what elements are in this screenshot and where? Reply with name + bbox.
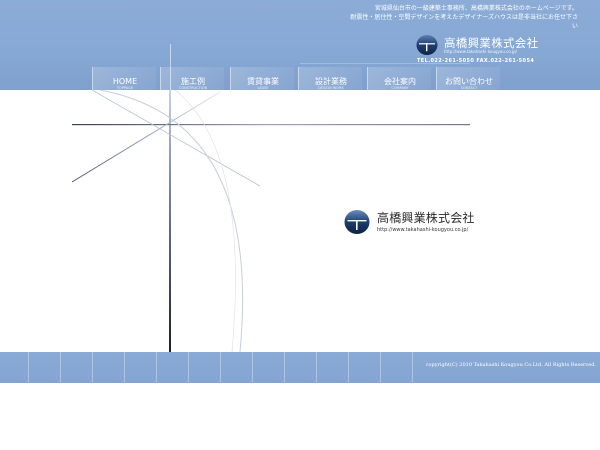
header-logo[interactable]: 高橋興業株式会社 http://www.takahashi-kougyou.co… [416, 34, 586, 58]
footer-deco-line [252, 352, 253, 383]
footer-deco-line [284, 352, 285, 383]
main-logo: 高橋興業株式会社 http://www.takahashi-kougyou.co… [344, 207, 544, 237]
nav-company[interactable]: 会社案内 COMPANY [367, 67, 431, 90]
header-tagline: 耐震性・居住性・空間デザインを考えたデザイナーズハウスは是非当社にお任せ下さ [350, 14, 578, 21]
company-url: http://www.takahashi-kougyou.co.jp/ [377, 227, 469, 233]
company-logo-icon [344, 210, 370, 234]
company-url: http://www.takahashi-kougyou.co.jp/ [444, 49, 518, 54]
footer-deco-line [316, 352, 317, 383]
footer-deco-line [412, 352, 413, 383]
company-logo-icon [416, 35, 438, 55]
site-header: 宮城県仙台市の一級建築士事務所、高橋興業株式会社のホームページです。 耐震性・居… [0, 0, 600, 90]
footer-deco-line [156, 352, 157, 383]
nav-label: 賃貸事業 [247, 77, 279, 86]
nav-label: 設計業務 [315, 77, 347, 86]
footer-deco-line [348, 352, 349, 383]
nav-label: お問い合わせ [445, 77, 493, 86]
nav-design-work[interactable]: 設計業務 DESIGN WORK [298, 67, 362, 90]
company-name: 高橋興業株式会社 [377, 211, 475, 225]
footer-deco-line [220, 352, 221, 383]
contact-info: TEL.022-261-5050 FAX.022-261-5054 [417, 58, 535, 64]
nav-label: HOME [112, 77, 138, 86]
footer-deco-line [92, 352, 93, 383]
site-footer: copyright(C) 2010 Takahashi Kougyou Co.L… [0, 352, 600, 383]
footer-deco-line [60, 352, 61, 383]
footer-deco-line [124, 352, 125, 383]
nav-construction[interactable]: 施工例 CONSTRUCTION [160, 67, 224, 90]
footer-deco-line [188, 352, 189, 383]
nav-label: 施工例 [181, 77, 205, 86]
footer-deco-line [28, 352, 29, 383]
footer-deco-line [380, 352, 381, 383]
copyright-text: copyright(C) 2010 Takahashi Kougyou Co.L… [425, 362, 596, 368]
main-visual: 高橋興業株式会社 http://www.takahashi-kougyou.co… [0, 90, 600, 352]
nav-home[interactable]: HOME TOPPAGE [92, 67, 156, 90]
header-tagline: 宮城県仙台市の一級建築士事務所、高橋興業株式会社のホームページです。 [374, 5, 578, 12]
nav-contact[interactable]: お問い合わせ CONTACT [436, 67, 500, 90]
nav-label: 会社案内 [384, 77, 416, 86]
header-tagline: い [571, 23, 578, 30]
nav-lease[interactable]: 賃貸事業 LEASE [230, 67, 294, 90]
